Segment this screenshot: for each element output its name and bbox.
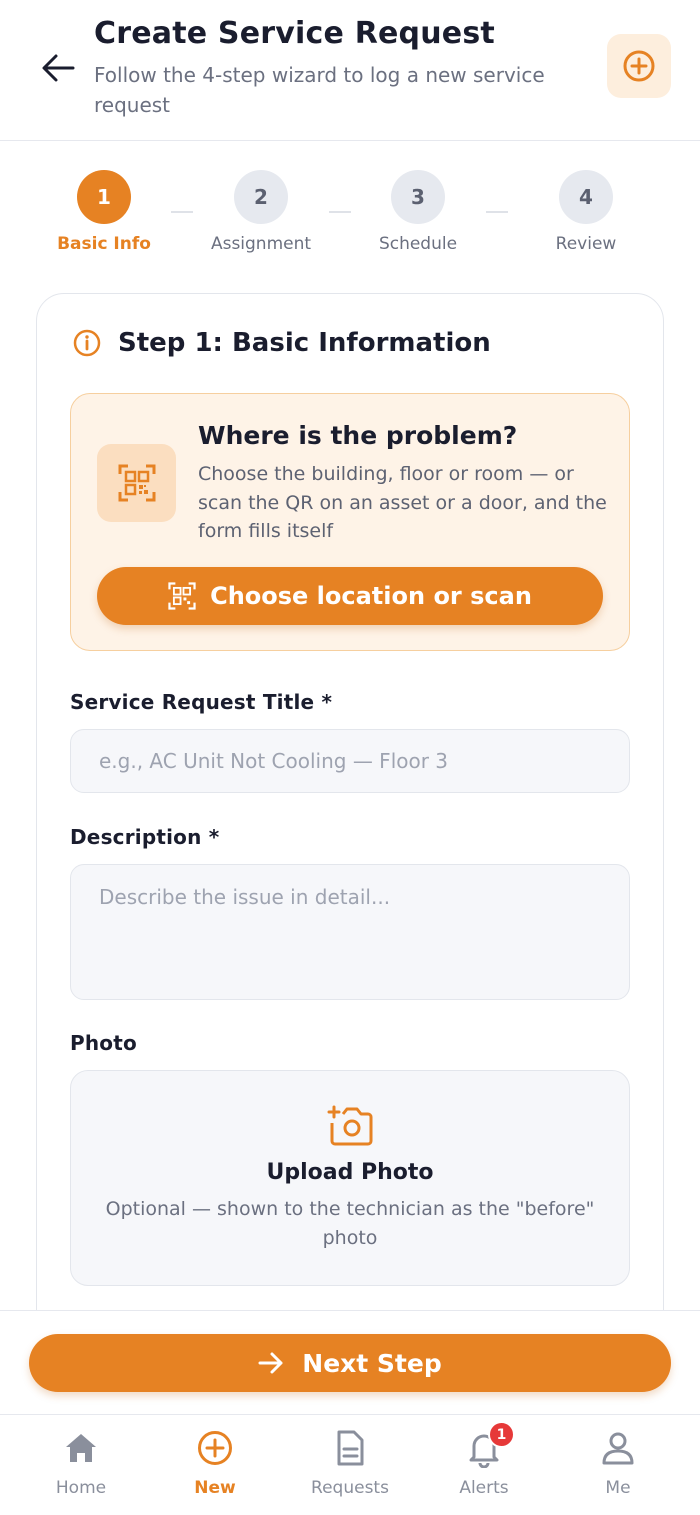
next-step-label: Next Step [302,1348,442,1378]
description-textarea[interactable] [70,864,630,1000]
tab-label: New [194,1478,236,1498]
back-button[interactable] [36,48,80,88]
arrow-left-icon [42,54,75,82]
plus-circle-icon [623,50,655,82]
document-icon [337,1430,364,1466]
next-step-button[interactable]: Next Step [29,1334,671,1392]
step-review[interactable]: 4 Review [506,170,666,254]
tab-new[interactable]: New [155,1428,275,1498]
step-label: Basic Info [57,234,151,254]
info-icon [73,329,101,357]
qr-code-icon [168,582,196,610]
home-icon [66,1434,96,1462]
tab-label: Home [55,1478,107,1498]
description-field-label: Description * [70,825,220,849]
step-number: 2 [234,170,288,224]
choose-location-label: Choose location or scan [210,582,532,610]
step-number: 1 [77,170,131,224]
tab-label: Me [605,1478,631,1498]
tab-alerts[interactable]: Alerts [424,1428,544,1498]
choose-location-button[interactable]: Choose location or scan [97,567,603,625]
step-number: 4 [559,170,613,224]
step-connector [486,211,508,213]
step-basic-info[interactable]: 1 Basic Info [24,170,184,254]
location-title: Where is the problem? [198,421,518,450]
photo-field-label: Photo [70,1031,137,1055]
page-title: Create Service Request [94,16,495,51]
arrow-right-icon [258,1352,283,1374]
step-schedule[interactable]: 3 Schedule [338,170,498,254]
tab-home[interactable]: Home [21,1428,141,1498]
tab-requests[interactable]: Requests [290,1428,410,1498]
alerts-badge: 1 [488,1421,515,1448]
qr-code-icon [118,464,155,502]
tab-label: Requests [311,1478,389,1498]
page-subtitle: Follow the 4-step wizard to log a new se… [94,63,545,117]
add-photo-icon [327,1105,373,1146]
step-assignment[interactable]: 2 Assignment [181,170,341,254]
upload-photo-description: Optional — shown to the technician as th… [105,1198,595,1249]
title-input[interactable] [70,729,630,793]
step-label: Schedule [378,234,458,254]
upload-photo-title: Upload Photo [266,1160,434,1185]
tab-me[interactable]: Me [558,1428,678,1498]
section-heading: Step 1: Basic Information [72,328,491,358]
user-icon [602,1432,634,1465]
tab-label: Alerts [459,1478,509,1498]
section-title: Step 1: Basic Information [118,328,491,358]
location-description: Choose the building, floor or room — or … [198,463,607,542]
title-field-label: Service Request Title * [70,690,333,714]
location-icon-tile [97,444,176,522]
step-number: 3 [391,170,445,224]
plus-circle-icon [198,1431,232,1465]
new-request-button[interactable] [607,34,671,98]
step-label: Review [555,234,617,254]
step-label: Assignment [210,234,312,254]
